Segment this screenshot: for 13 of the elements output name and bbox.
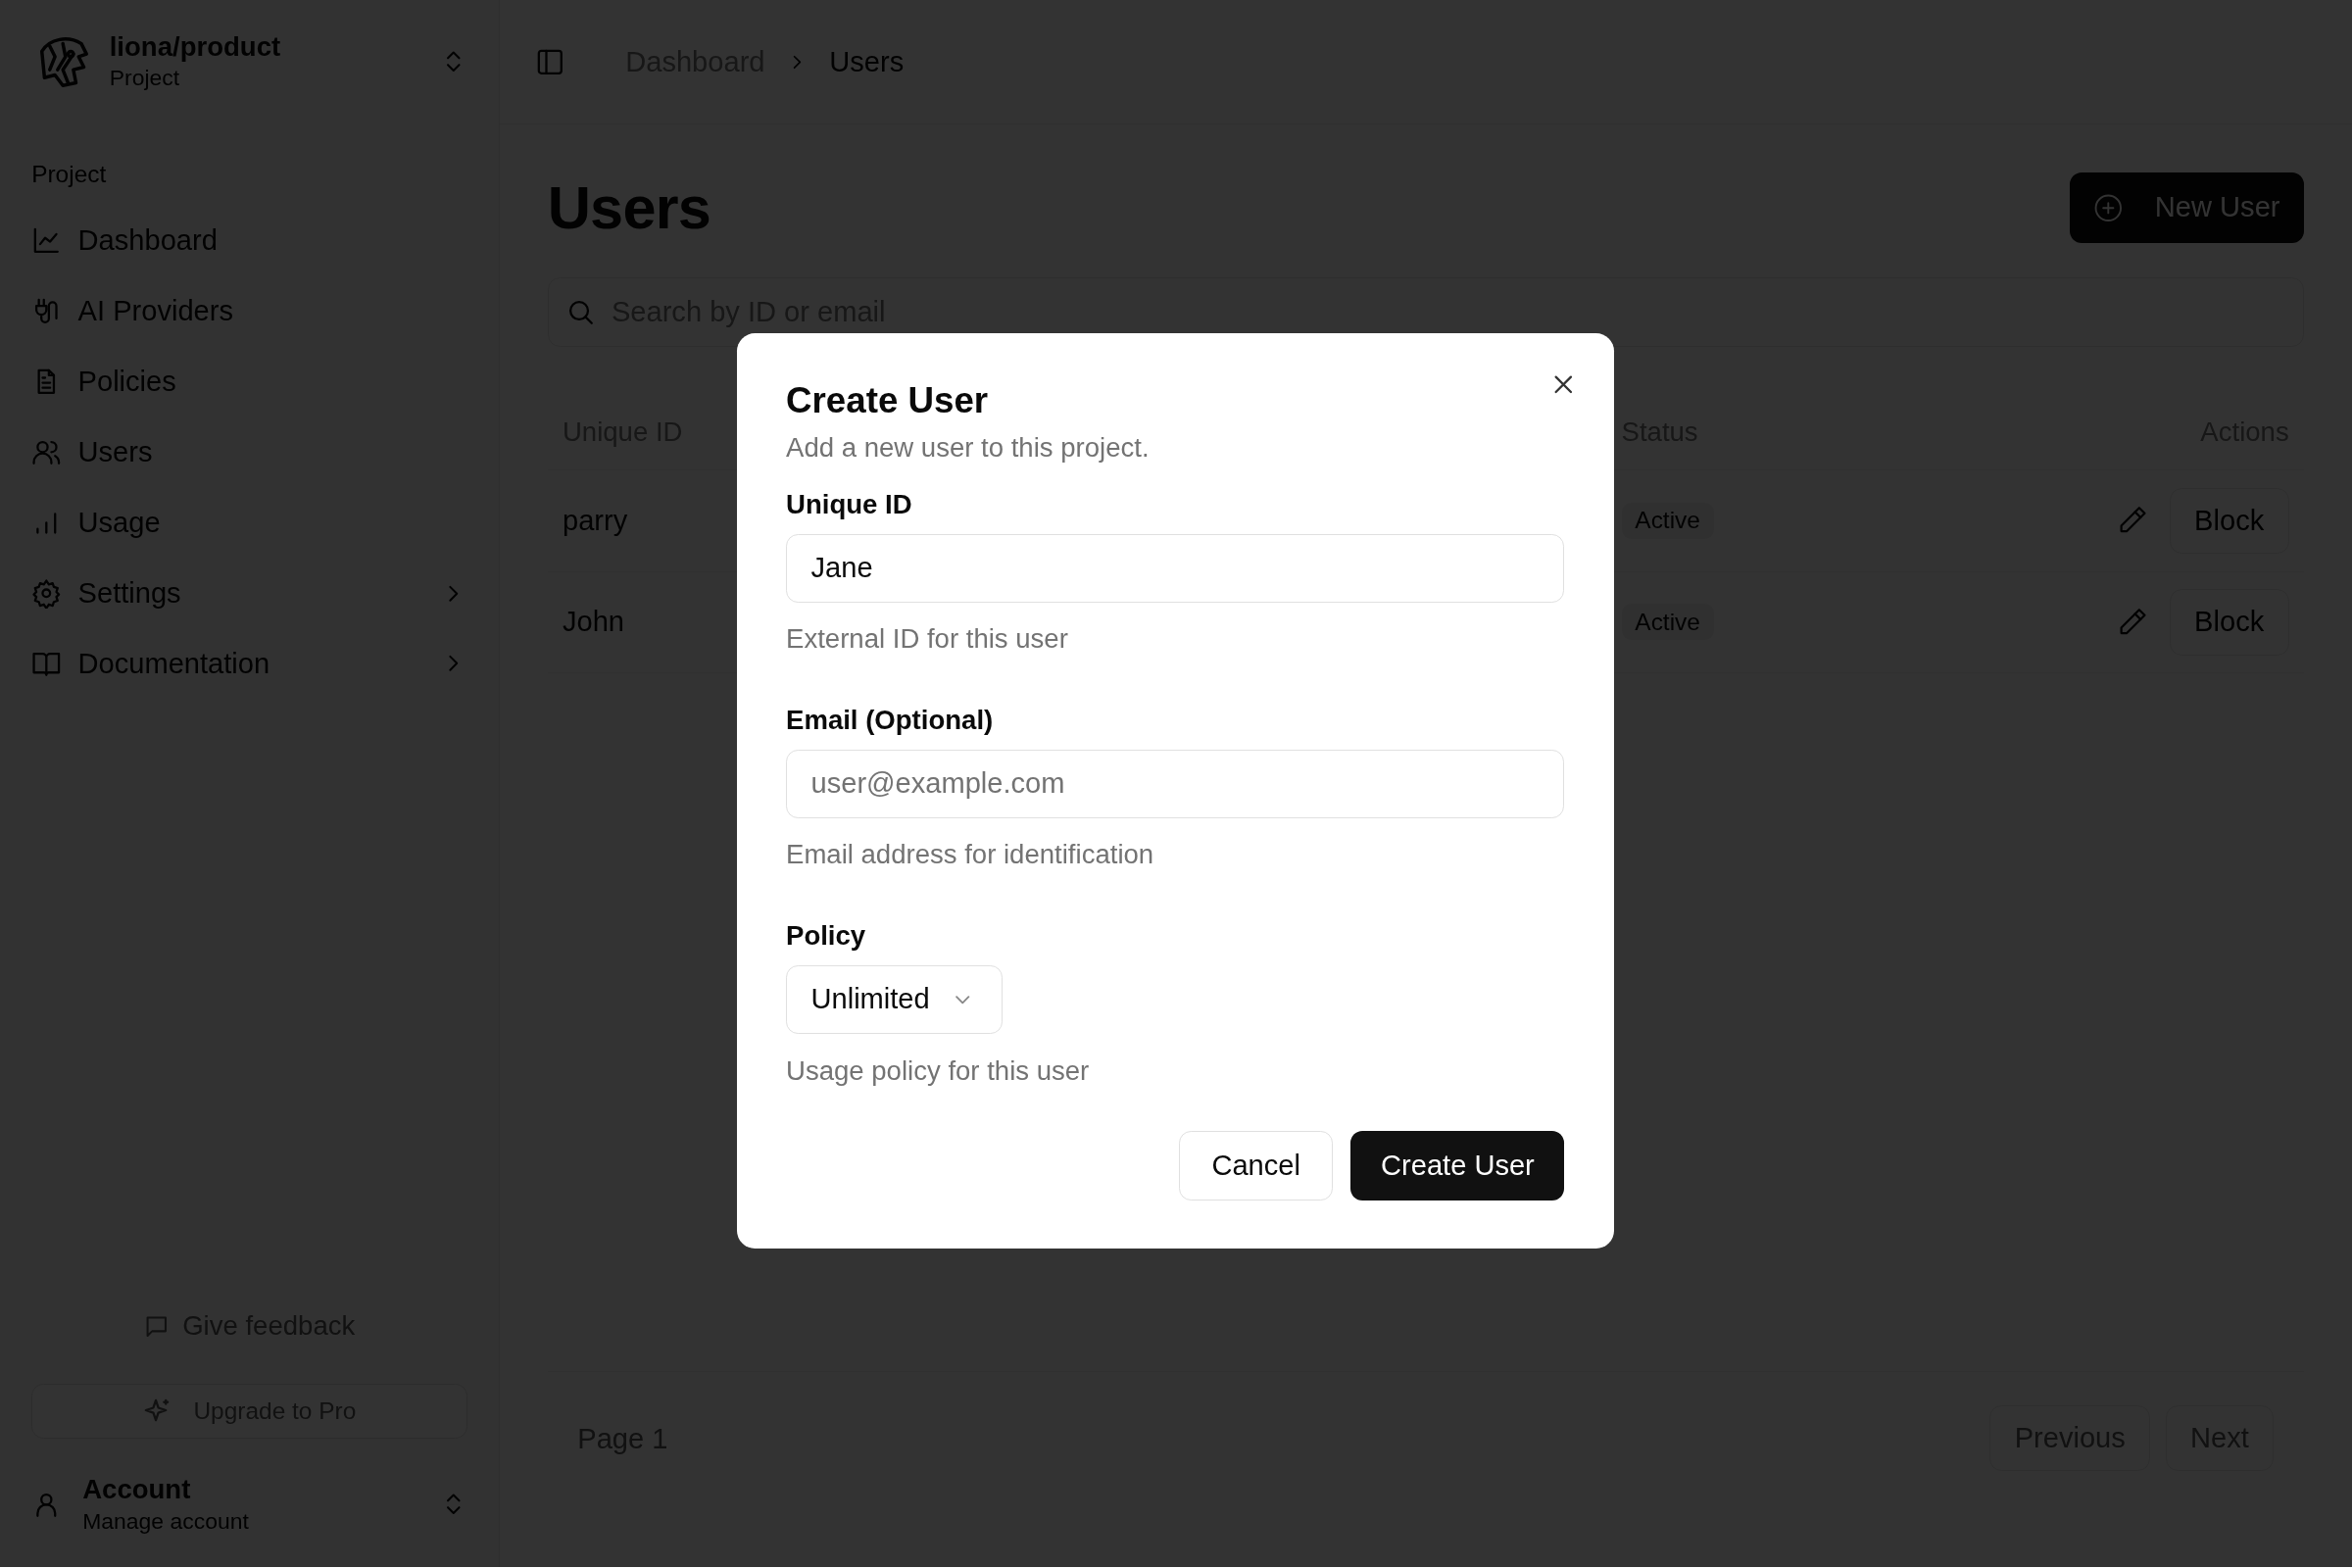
create-user-button[interactable]: Create User bbox=[1350, 1131, 1565, 1200]
dialog-title: Create User bbox=[786, 378, 990, 422]
policy-select[interactable]: Unlimited bbox=[786, 964, 1004, 1035]
help-text: Email address for identification bbox=[786, 839, 1155, 871]
help-text: External ID for this user bbox=[786, 623, 1069, 656]
field-label: Unique ID bbox=[786, 488, 913, 520]
help-text: Usage policy for this user bbox=[786, 1054, 1091, 1087]
input-field[interactable]: Jane bbox=[786, 533, 1565, 603]
dialog-description: Add a new user to this project. bbox=[786, 431, 1151, 464]
field-label: Email (Optional) bbox=[786, 704, 995, 736]
field-label: Policy bbox=[786, 920, 867, 952]
cancel-button[interactable]: Cancel bbox=[1179, 1131, 1334, 1200]
input-field[interactable]: user@example.com bbox=[786, 749, 1565, 819]
